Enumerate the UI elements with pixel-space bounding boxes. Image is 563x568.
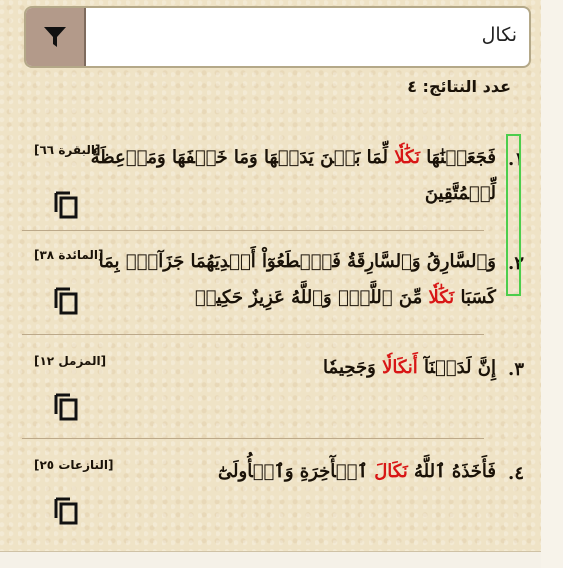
copy-icon [54, 497, 78, 525]
result-item: ٤. فَأَخَذَهُ ٱللَّهُ نَكَالَ ٱلۡأٓخِرَة… [22, 450, 532, 544]
result-item: ١. فَجَعَلۡنَٰهَا نَكَٰلٗا لِّمَا بَيۡنَ… [22, 136, 532, 230]
bottom-bar [0, 552, 541, 568]
filter-icon [44, 27, 66, 47]
selection-outline [506, 134, 521, 296]
verse-text[interactable]: إِنَّ لَدَيۡنَآ أَنكَالٗا وَجَحِيمٗا [140, 350, 496, 386]
search-match: نَكَٰلٗا [428, 287, 455, 308]
results-count: عدد النتائج: ٤ [407, 77, 511, 96]
search-match: نَكَٰلٗا [394, 147, 420, 168]
result-number: ٤. [508, 463, 524, 484]
search-bar [24, 6, 531, 68]
verse-text[interactable]: وَٱلسَّارِقُ وَٱلسَّارِقَةُ فَٱقۡطَعُوٓا… [99, 244, 496, 316]
copy-icon [54, 393, 78, 421]
search-input[interactable] [86, 8, 529, 66]
copy-button[interactable] [52, 286, 80, 316]
surah-reference: [المزمل ١٢] [34, 354, 107, 368]
surah-reference: [البقرة ٦٦] [34, 143, 101, 157]
result-divider [22, 334, 484, 335]
result-divider [22, 438, 484, 439]
result-item: ٢. وَٱلسَّارِقُ وَٱلسَّارِقَةُ فَٱقۡطَعُ… [22, 240, 532, 334]
copy-icon [54, 191, 78, 219]
verse-text[interactable]: فَأَخَذَهُ ٱللَّهُ نَكَالَ ٱلۡأٓخِرَةِ و… [140, 454, 496, 490]
copy-button[interactable] [52, 496, 80, 526]
result-divider [22, 230, 484, 231]
copy-icon [54, 287, 78, 315]
result-item: ٣. إِنَّ لَدَيۡنَآ أَنكَالٗا وَجَحِيمٗا … [22, 346, 532, 440]
copy-button[interactable] [52, 190, 80, 220]
search-match: نَكَالَ [374, 461, 408, 482]
result-number: ٣. [508, 359, 524, 380]
filter-button[interactable] [26, 8, 86, 66]
right-edge-strip [541, 0, 563, 568]
search-match: أَنكَالٗا [382, 357, 418, 378]
results-panel: عدد النتائج: ٤ ١. فَجَعَلۡنَٰهَا نَكَٰلٗ… [0, 0, 541, 568]
surah-reference: [المائدة ٣٨] [34, 248, 104, 262]
surah-reference: [النازعات ٢٥] [34, 458, 114, 472]
copy-button[interactable] [52, 392, 80, 422]
